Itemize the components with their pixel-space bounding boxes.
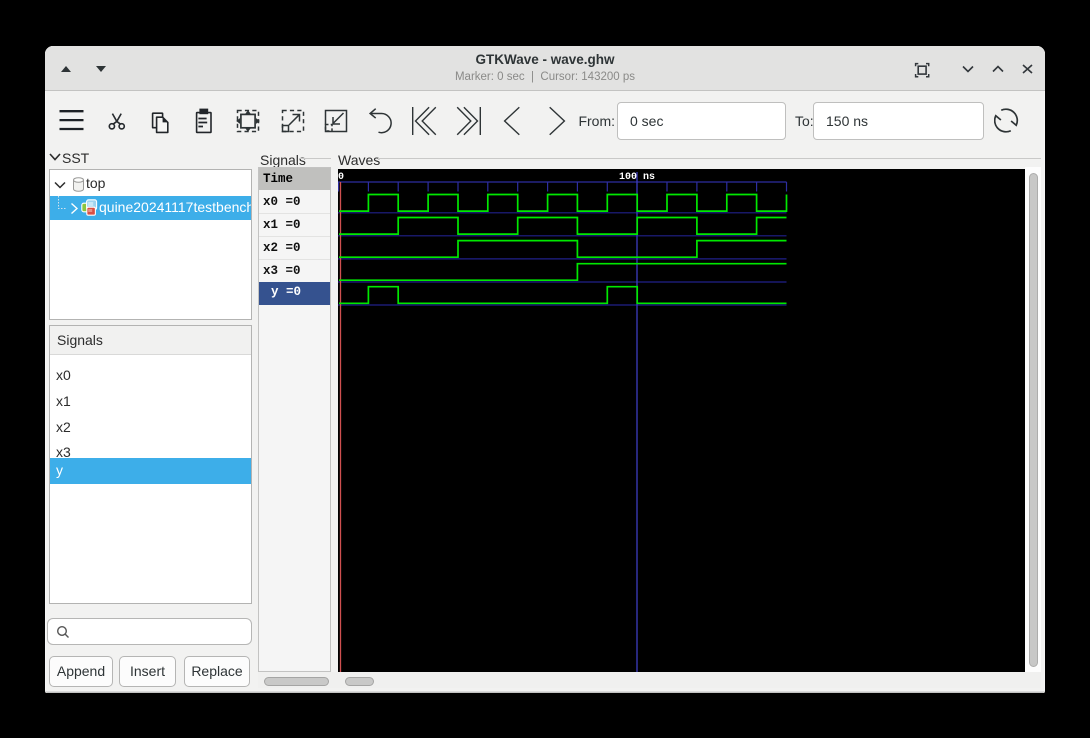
- svg-text:0: 0: [338, 172, 344, 183]
- svg-text:100 ns: 100 ns: [618, 172, 654, 183]
